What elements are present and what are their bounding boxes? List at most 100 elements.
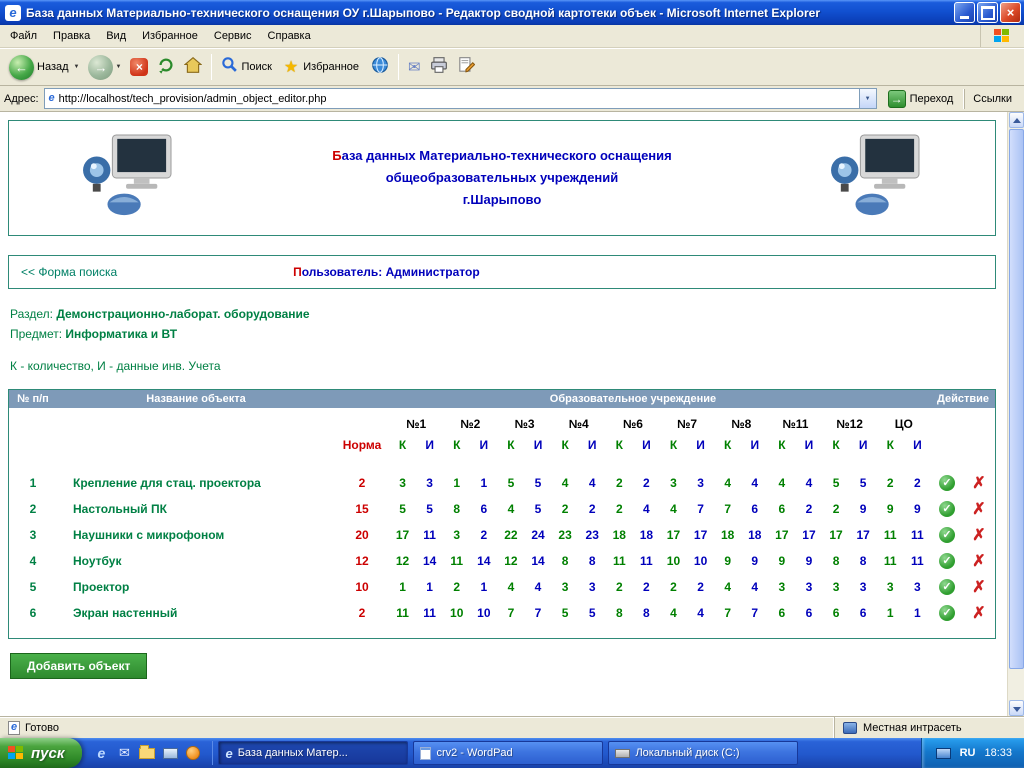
k-value: 6 xyxy=(823,600,850,626)
k-value: 9 xyxy=(714,548,741,574)
approve-icon[interactable]: ✓ xyxy=(939,527,955,543)
home-button[interactable] xyxy=(180,51,206,83)
vertical-scrollbar[interactable] xyxy=(1007,112,1024,716)
menu-edit[interactable]: Правка xyxy=(45,26,98,46)
close-button[interactable]: × xyxy=(1000,2,1021,23)
menu-help[interactable]: Справка xyxy=(260,26,319,46)
ie-quicklaunch-icon[interactable]: e xyxy=(92,744,110,762)
stop-icon: × xyxy=(130,58,148,76)
search-button[interactable]: Поиск xyxy=(217,51,278,83)
i-value: 7 xyxy=(524,600,551,626)
back-dropdown-icon[interactable]: ▼ xyxy=(74,64,80,70)
favorites-button[interactable]: ★ Избранное xyxy=(280,51,366,83)
mail-button[interactable]: ✉ xyxy=(404,51,425,83)
network-tray-icon[interactable] xyxy=(936,748,951,759)
print-button[interactable] xyxy=(426,51,452,83)
scroll-thumb[interactable] xyxy=(1009,129,1024,669)
delete-icon[interactable]: ✗ xyxy=(972,553,985,570)
school-header: ЦО xyxy=(877,408,931,434)
task-button-database[interactable]: e База данных Матер... xyxy=(218,741,408,765)
minimize-button[interactable] xyxy=(954,2,975,23)
show-desktop-icon[interactable] xyxy=(161,744,179,762)
k-value: 11 xyxy=(877,522,904,548)
outlook-quicklaunch-icon[interactable]: ✉ xyxy=(115,744,133,762)
norma-value: 15 xyxy=(335,496,389,522)
delete-icon[interactable]: ✗ xyxy=(972,475,985,492)
menu-view[interactable]: Вид xyxy=(98,26,134,46)
k-value: 3 xyxy=(660,470,687,496)
k-value: 4 xyxy=(497,574,524,600)
table-header-row: № п/п Название объекта Образовательное у… xyxy=(9,390,995,408)
address-dropdown[interactable]: ▼ xyxy=(859,89,876,108)
menu-file[interactable]: Файл xyxy=(2,26,45,46)
k-header: К xyxy=(389,434,416,456)
menu-favorites[interactable]: Избранное xyxy=(134,26,206,46)
approve-icon[interactable]: ✓ xyxy=(939,553,955,569)
object-name: Экран настенный xyxy=(57,600,335,626)
maximize-button[interactable] xyxy=(977,2,998,23)
k-value: 2 xyxy=(877,470,904,496)
approve-icon[interactable]: ✓ xyxy=(939,579,955,595)
page-header: База данных Материально-технического осн… xyxy=(8,120,996,236)
refresh-button[interactable] xyxy=(153,51,179,83)
norma-value: 10 xyxy=(335,574,389,600)
k-value: 2 xyxy=(606,496,633,522)
zone-label: Местная интрасеть xyxy=(863,722,962,734)
menu-tools[interactable]: Сервис xyxy=(206,26,260,46)
delete-icon[interactable]: ✗ xyxy=(972,579,985,596)
edit-page-icon xyxy=(457,56,475,79)
k-value: 3 xyxy=(389,470,416,496)
k-value: 23 xyxy=(552,522,579,548)
start-button[interactable]: пуск xyxy=(0,738,82,768)
delete-icon[interactable]: ✗ xyxy=(972,605,985,622)
k-value: 6 xyxy=(768,496,795,522)
scroll-down-arrow[interactable] xyxy=(1009,700,1024,716)
approve-icon[interactable]: ✓ xyxy=(939,605,955,621)
norma-value: 2 xyxy=(335,600,389,626)
object-row: 4Ноутбук12121411141214881111101099998811… xyxy=(9,548,995,574)
approve-cell: ✓ xyxy=(931,522,963,548)
approve-icon[interactable]: ✓ xyxy=(939,501,955,517)
ie-e-glyph: e xyxy=(9,6,16,19)
k-header: К xyxy=(606,434,633,456)
user-label: Пользователь: Администратор xyxy=(293,265,480,279)
forward-icon: → xyxy=(88,55,113,80)
add-object-button[interactable]: Добавить объект xyxy=(10,653,147,679)
search-form-link[interactable]: << Форма поиска xyxy=(21,265,117,279)
history-button[interactable] xyxy=(367,51,393,83)
school-header: №3 xyxy=(497,408,551,434)
i-value: 4 xyxy=(524,574,551,600)
links-button[interactable]: Ссылки xyxy=(964,89,1020,109)
k-value: 1 xyxy=(443,470,470,496)
language-indicator[interactable]: RU xyxy=(960,747,976,759)
i-value: 3 xyxy=(795,574,822,600)
media-quicklaunch-icon[interactable] xyxy=(184,744,202,762)
row-number: 3 xyxy=(9,522,57,548)
task-button-wordpad[interactable]: crv2 - WordPad xyxy=(413,741,603,765)
i-value: 11 xyxy=(904,522,931,548)
address-input[interactable]: e http://localhost/tech_provision/admin_… xyxy=(44,88,877,109)
forward-button[interactable]: → ▼ xyxy=(84,51,125,83)
object-name: Настольный ПК xyxy=(57,496,335,522)
links-label: Ссылки xyxy=(973,93,1012,105)
delete-icon[interactable]: ✗ xyxy=(972,527,985,544)
k-header: К xyxy=(660,434,687,456)
delete-icon[interactable]: ✗ xyxy=(972,501,985,518)
go-button[interactable]: → Переход xyxy=(882,89,960,109)
folder-quicklaunch-icon[interactable] xyxy=(138,744,156,762)
k-header: К xyxy=(497,434,524,456)
object-name: Ноутбук xyxy=(57,548,335,574)
edit-button[interactable] xyxy=(453,51,479,83)
scroll-up-arrow[interactable] xyxy=(1009,112,1024,128)
approve-icon[interactable]: ✓ xyxy=(939,475,955,491)
i-value: 3 xyxy=(687,470,714,496)
stop-button[interactable]: × xyxy=(126,51,152,83)
task-button-local-disk[interactable]: Локальный диск (C:) xyxy=(608,741,798,765)
k-value: 7 xyxy=(497,600,524,626)
delete-cell: ✗ xyxy=(963,496,995,522)
k-value: 3 xyxy=(552,574,579,600)
favorites-label: Избранное xyxy=(303,61,359,73)
i-header: И xyxy=(524,434,551,456)
back-button[interactable]: ← Назад ▼ xyxy=(5,51,83,83)
forward-dropdown-icon[interactable]: ▼ xyxy=(115,64,121,70)
